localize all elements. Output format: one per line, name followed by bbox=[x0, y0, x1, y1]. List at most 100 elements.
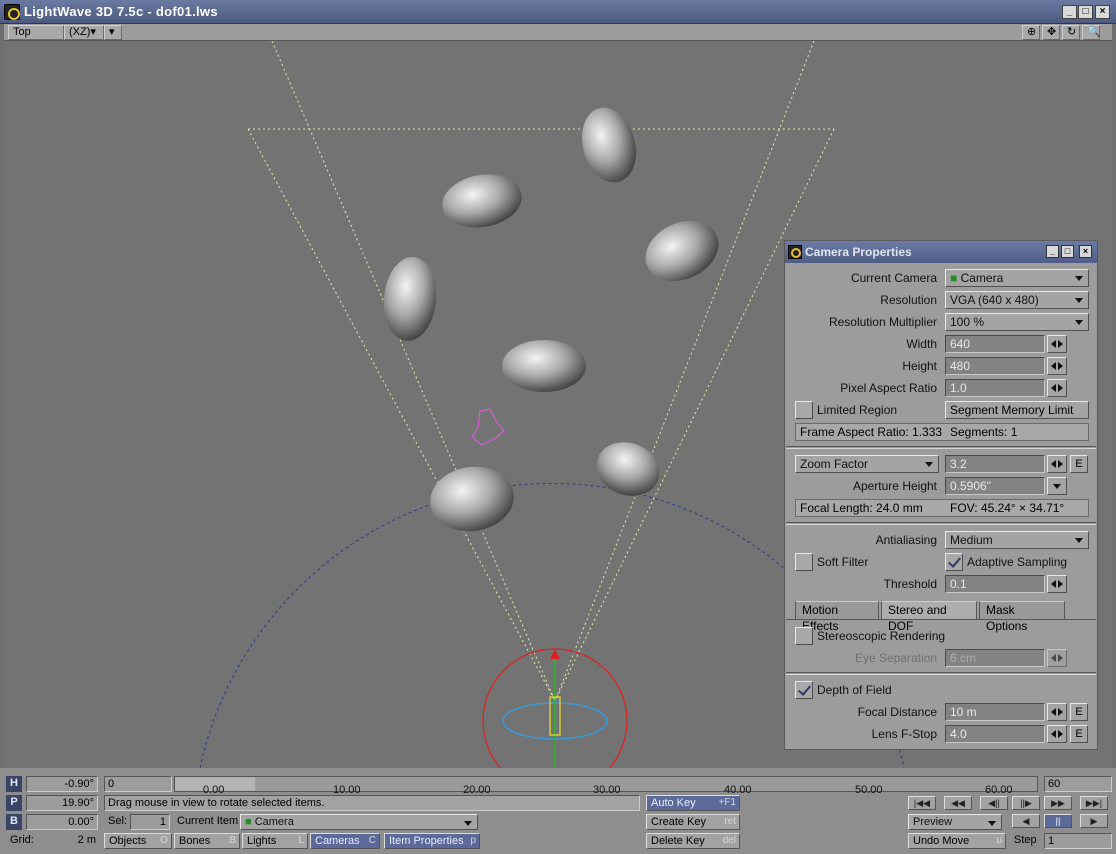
close-icon[interactable]: × bbox=[1095, 5, 1110, 19]
bones-label: Bones bbox=[179, 835, 211, 847]
dof-label: Depth of Field bbox=[817, 683, 892, 697]
next-key-icon[interactable]: ▶▶ bbox=[1044, 796, 1072, 810]
cameras-label: Cameras bbox=[315, 835, 360, 847]
panel-close-icon[interactable]: × bbox=[1079, 245, 1092, 258]
zoom-envelope-button[interactable]: E bbox=[1070, 455, 1088, 473]
focal-distance-spinner-icon[interactable] bbox=[1047, 703, 1067, 721]
undo-button[interactable]: Undo Move u bbox=[908, 833, 1006, 849]
play-forward-icon[interactable]: ▶ bbox=[1080, 814, 1108, 828]
zoom-type-dropdown[interactable]: Zoom Factor bbox=[795, 455, 939, 473]
threshold-field[interactable]: 0.1 bbox=[945, 575, 1045, 593]
prev-frame-icon[interactable]: ◀|| bbox=[980, 796, 1008, 810]
render-mode-dropdown[interactable]: ▾ bbox=[104, 25, 122, 40]
objects-button[interactable]: Objects O bbox=[104, 833, 172, 849]
lens-info-row: Focal Length: 24.0 mm FOV: 45.24° × 34.7… bbox=[795, 499, 1089, 517]
tab-motion-effects[interactable]: Motion Effects bbox=[795, 601, 879, 633]
preview-dropdown[interactable]: Preview bbox=[908, 814, 1002, 830]
create-key-shortcut: ret bbox=[724, 816, 736, 827]
pitch-field[interactable]: 19.90° bbox=[26, 795, 98, 811]
play-reverse-icon[interactable]: ◀ bbox=[1012, 814, 1040, 828]
limited-region-checkbox[interactable] bbox=[795, 401, 813, 419]
delete-key-button[interactable]: Delete Key del bbox=[646, 833, 740, 849]
fstop-envelope-button[interactable]: E bbox=[1070, 725, 1088, 743]
panel-divider bbox=[786, 672, 1096, 675]
maximize-icon[interactable]: □ bbox=[1078, 5, 1093, 19]
tab-stereo-dof[interactable]: Stereo and DOF bbox=[881, 601, 977, 633]
panel-minimize-icon[interactable]: _ bbox=[1046, 245, 1059, 258]
focal-distance-field[interactable]: 10 m bbox=[945, 703, 1045, 721]
segment-memory-button[interactable]: Segment Memory Limit bbox=[945, 401, 1089, 419]
item-properties-shortcut: p bbox=[470, 835, 476, 846]
current-item-dropdown[interactable]: ■ Camera bbox=[240, 814, 478, 830]
pixel-aspect-field[interactable]: 1.0 bbox=[945, 379, 1045, 397]
view-type-dropdown[interactable]: Top bbox=[8, 25, 64, 40]
pan-view-icon[interactable]: ✥ bbox=[1042, 25, 1060, 40]
focal-distance-envelope-button[interactable]: E bbox=[1070, 703, 1088, 721]
antialiasing-label: Antialiasing bbox=[875, 533, 937, 547]
aperture-preset-dropdown[interactable] bbox=[1047, 477, 1067, 495]
fstop-field[interactable]: 4.0 bbox=[945, 725, 1045, 743]
dof-checkbox[interactable] bbox=[795, 681, 813, 699]
item-properties-button[interactable]: Item Properties p bbox=[384, 833, 480, 849]
fov-text: FOV: 45.24° × 34.71° bbox=[950, 501, 1065, 515]
eye-sep-label: Eye Separation bbox=[854, 651, 937, 665]
objects-shortcut: O bbox=[160, 835, 168, 846]
step-field[interactable]: 1 bbox=[1044, 833, 1112, 849]
panel-divider bbox=[786, 446, 1096, 449]
first-frame-icon[interactable]: |◀◀ bbox=[908, 796, 936, 810]
zoom-factor-field[interactable]: 3.2 bbox=[945, 455, 1045, 473]
zoom-spinner-icon[interactable] bbox=[1047, 455, 1067, 473]
last-frame-icon[interactable]: ▶▶| bbox=[1080, 796, 1108, 810]
sel-count: 1 bbox=[130, 814, 170, 830]
heading-field[interactable]: -0.90° bbox=[26, 776, 98, 792]
fstop-spinner-icon[interactable] bbox=[1047, 725, 1067, 743]
camera-icon: ■ bbox=[245, 816, 255, 828]
cameras-button[interactable]: Cameras C bbox=[310, 833, 380, 849]
height-spinner-icon[interactable] bbox=[1047, 357, 1067, 375]
bones-shortcut: B bbox=[229, 835, 236, 846]
rotate-view-icon[interactable]: ↻ bbox=[1062, 25, 1080, 40]
lightwave-panel-icon bbox=[788, 245, 802, 259]
width-spinner-icon[interactable] bbox=[1047, 335, 1067, 353]
camera-properties-panel: Camera Properties _ □ × Current Camera ■… bbox=[784, 240, 1098, 750]
view-type-label: Top bbox=[13, 26, 31, 38]
camera-panel-title-bar[interactable]: Camera Properties _ □ × bbox=[785, 241, 1097, 263]
undo-label: Undo Move bbox=[913, 835, 970, 847]
start-frame-field[interactable]: 0 bbox=[104, 776, 172, 792]
auto-key-button[interactable]: Auto Key +F1 bbox=[646, 795, 740, 811]
minimize-icon[interactable]: _ bbox=[1062, 5, 1077, 19]
next-frame-icon[interactable]: ||▶ bbox=[1012, 796, 1040, 810]
resolution-dropdown[interactable]: VGA (640 x 480) bbox=[945, 291, 1089, 309]
lights-button[interactable]: Lights L bbox=[242, 833, 308, 849]
sel-label: Sel: bbox=[108, 815, 127, 827]
width-label: Width bbox=[906, 337, 937, 351]
height-field[interactable]: 480 bbox=[945, 357, 1045, 375]
tab-mask-options[interactable]: Mask Options bbox=[979, 601, 1065, 633]
app-title-bar: LightWave 3D 7.5c - dof01.lws _ □ × bbox=[0, 0, 1116, 24]
panel-maximize-icon[interactable]: □ bbox=[1061, 245, 1074, 258]
width-field[interactable]: 640 bbox=[945, 335, 1045, 353]
soft-filter-checkbox[interactable] bbox=[795, 553, 813, 571]
bank-field[interactable]: 0.00° bbox=[26, 814, 98, 830]
antialiasing-dropdown[interactable]: Medium bbox=[945, 531, 1089, 549]
pause-icon[interactable]: || bbox=[1044, 814, 1072, 828]
end-frame-field[interactable]: 60 bbox=[1044, 776, 1112, 792]
move-view-icon[interactable]: ⊕ bbox=[1022, 25, 1040, 40]
pixel-aspect-spinner-icon[interactable] bbox=[1047, 379, 1067, 397]
create-key-button[interactable]: Create Key ret bbox=[646, 814, 740, 830]
aperture-field[interactable]: 0.5906" bbox=[945, 477, 1045, 495]
threshold-spinner-icon[interactable] bbox=[1047, 575, 1067, 593]
zoom-view-icon[interactable]: 🔍 bbox=[1082, 25, 1101, 40]
frame-info-row: Frame Aspect Ratio: 1.333 Segments: 1 bbox=[795, 423, 1089, 441]
adaptive-sampling-checkbox[interactable] bbox=[945, 553, 963, 571]
auto-key-label: Auto Key bbox=[651, 797, 696, 809]
current-camera-dropdown[interactable]: ■ Camera bbox=[945, 269, 1089, 287]
eye-sep-field[interactable]: 6 cm bbox=[945, 649, 1045, 667]
stereo-label: Stereoscopic Rendering bbox=[817, 629, 946, 643]
axes-dropdown[interactable]: (XZ)▾ bbox=[64, 25, 104, 40]
stereo-checkbox[interactable] bbox=[795, 627, 813, 645]
prev-key-icon[interactable]: ◀◀ bbox=[944, 796, 972, 810]
eye-sep-spinner-icon[interactable] bbox=[1047, 649, 1067, 667]
bones-button[interactable]: Bones B bbox=[174, 833, 240, 849]
res-mult-dropdown[interactable]: 100 % bbox=[945, 313, 1089, 331]
